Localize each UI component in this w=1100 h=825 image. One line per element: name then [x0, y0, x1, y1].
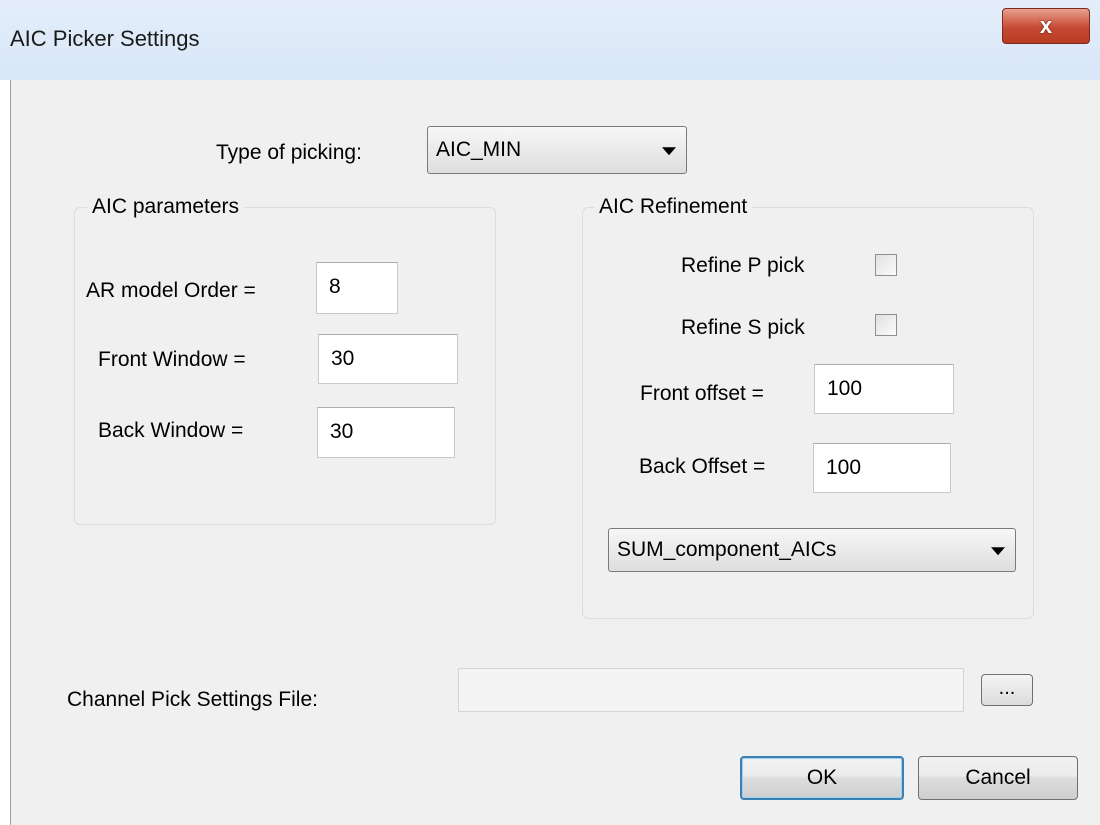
- aic-refinement-title: AIC Refinement: [594, 195, 753, 219]
- back-window-value: 30: [330, 420, 354, 443]
- aic-method-value: SUM_component_AICs: [617, 538, 837, 561]
- picking-type-label: Type of picking:: [216, 141, 362, 164]
- front-window-value: 30: [331, 347, 355, 370]
- back-offset-input[interactable]: 100: [813, 443, 951, 493]
- back-offset-value: 100: [826, 456, 862, 479]
- picking-type-dropdown[interactable]: AIC_MIN: [427, 126, 687, 174]
- close-button[interactable]: x: [1002, 8, 1090, 44]
- aic-parameters-title: AIC parameters: [87, 195, 245, 219]
- back-window-label: Back Window =: [98, 419, 244, 442]
- front-offset-value: 100: [827, 377, 863, 400]
- refine-p-label: Refine P pick: [681, 254, 805, 277]
- aic-method-dropdown[interactable]: SUM_component_AICs: [608, 528, 1016, 572]
- front-window-input[interactable]: 30: [318, 334, 458, 384]
- chevron-down-icon: [662, 147, 676, 156]
- ar-order-value: 8: [329, 275, 341, 298]
- ar-order-label: AR model Order =: [86, 279, 256, 302]
- cancel-button-label: Cancel: [965, 766, 1031, 789]
- cancel-button[interactable]: Cancel: [918, 756, 1078, 800]
- window-title: AIC Picker Settings: [10, 26, 200, 51]
- picking-type-value: AIC_MIN: [436, 138, 522, 161]
- ar-order-input[interactable]: 8: [316, 262, 398, 314]
- back-offset-label: Back Offset =: [639, 455, 766, 478]
- browse-button-label: ...: [998, 677, 1016, 699]
- refine-p-checkbox[interactable]: [875, 254, 897, 276]
- dialog-client-area: Type of picking: AIC_MIN AIC parameters …: [10, 80, 1100, 825]
- chevron-down-icon: [991, 547, 1005, 556]
- ok-button[interactable]: OK: [740, 756, 904, 800]
- back-window-input[interactable]: 30: [317, 407, 455, 458]
- channel-file-label: Channel Pick Settings File:: [67, 688, 318, 711]
- front-offset-input[interactable]: 100: [814, 364, 954, 414]
- title-bar: AIC Picker Settings x: [0, 0, 1100, 80]
- front-offset-label: Front offset =: [640, 382, 764, 405]
- refine-s-label: Refine S pick: [681, 316, 805, 339]
- ok-button-label: OK: [806, 766, 838, 789]
- channel-file-input[interactable]: [458, 668, 964, 712]
- front-window-label: Front Window =: [98, 348, 246, 371]
- refine-s-checkbox[interactable]: [875, 314, 897, 336]
- browse-button[interactable]: ...: [981, 674, 1033, 706]
- close-icon: x: [1039, 13, 1053, 38]
